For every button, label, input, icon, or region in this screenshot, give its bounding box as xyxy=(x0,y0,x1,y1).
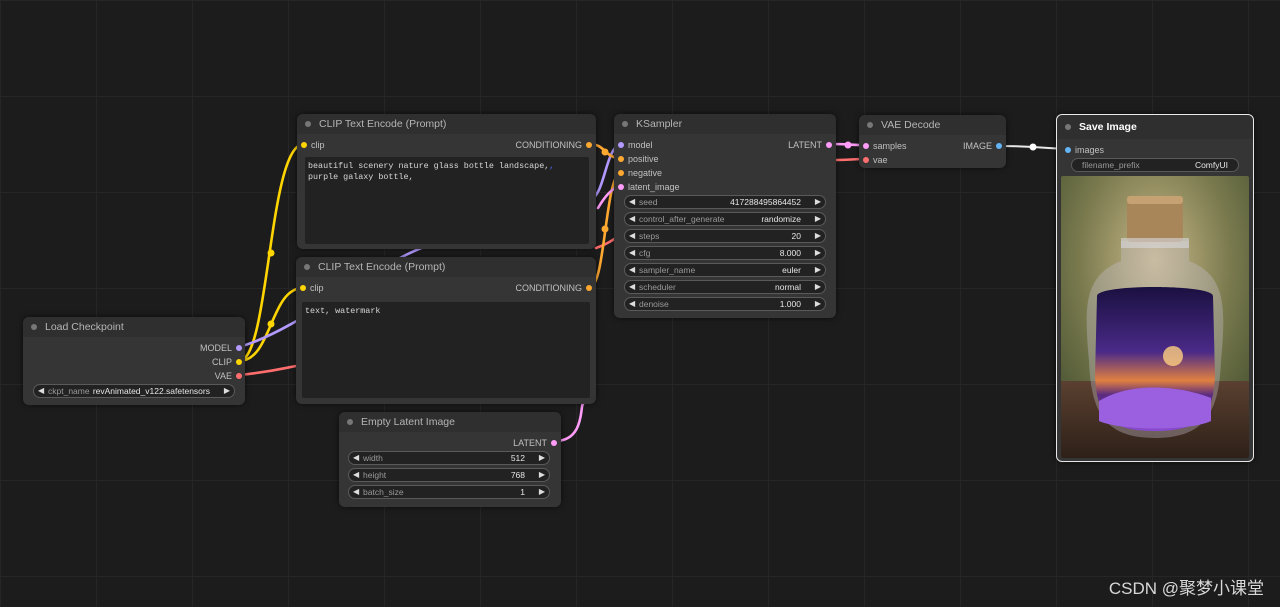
output-image-preview[interactable] xyxy=(1061,176,1249,458)
output-image[interactable]: IMAGE xyxy=(963,140,1002,152)
pin-icon[interactable] xyxy=(300,285,306,291)
input-vae[interactable]: vae xyxy=(863,154,888,166)
pin-icon[interactable] xyxy=(551,440,557,446)
arrow-right-icon[interactable]: ▶ xyxy=(539,452,545,464)
prompt-textarea[interactable]: beautiful scenery nature glass bottle la… xyxy=(305,157,589,244)
prompt-textarea[interactable]: text, watermark xyxy=(302,302,590,398)
width-number-widget[interactable]: ◀ width 512 ▶ xyxy=(348,451,550,465)
denoise-widget[interactable]: ◀ denoise 1.000 ▶ xyxy=(624,297,826,311)
arrow-right-icon[interactable]: ▶ xyxy=(815,230,821,242)
output-latent[interactable]: LATENT xyxy=(788,139,832,151)
output-conditioning[interactable]: CONDITIONING xyxy=(516,282,592,294)
collapse-dot-icon[interactable] xyxy=(31,324,37,330)
node-vae-decode[interactable]: VAE Decode samples vae IMAGE xyxy=(859,115,1006,168)
pin-icon[interactable] xyxy=(301,142,307,148)
output-clip[interactable]: CLIP xyxy=(212,356,242,368)
arrow-left-icon[interactable]: ◀ xyxy=(629,264,635,276)
pin-icon[interactable] xyxy=(618,142,624,148)
output-model[interactable]: MODEL xyxy=(200,342,242,354)
ckpt-name-combo[interactable]: ◀ ckpt_name revAnimated_v122.safetensors… xyxy=(33,384,235,398)
arrow-left-icon[interactable]: ◀ xyxy=(353,486,359,498)
pin-icon[interactable] xyxy=(586,285,592,291)
node-title[interactable]: CLIP Text Encode (Prompt) xyxy=(296,257,596,277)
height-number-widget[interactable]: ◀ height 768 ▶ xyxy=(348,468,550,482)
node-title[interactable]: KSampler xyxy=(614,114,836,134)
pin-icon[interactable] xyxy=(236,345,242,351)
collapse-dot-icon[interactable] xyxy=(622,121,628,127)
pin-icon[interactable] xyxy=(236,373,242,379)
bottle-image xyxy=(1061,176,1249,458)
cfg-widget[interactable]: ◀ cfg 8.000 ▶ xyxy=(624,246,826,260)
node-title[interactable]: Load Checkpoint xyxy=(23,317,245,337)
arrow-right-icon[interactable]: ▶ xyxy=(539,469,545,481)
arrow-left-icon[interactable]: ◀ xyxy=(629,298,635,310)
arrow-right-icon[interactable]: ▶ xyxy=(815,247,821,259)
wire-vae xyxy=(237,364,298,377)
arrow-left-icon[interactable]: ◀ xyxy=(629,213,635,225)
arrow-right-icon[interactable]: ▶ xyxy=(815,281,821,293)
sampler-name-widget[interactable]: ◀ sampler_name euler ▶ xyxy=(624,263,826,277)
arrow-right-icon[interactable]: ▶ xyxy=(815,213,821,225)
arrow-right-icon[interactable]: ▶ xyxy=(539,486,545,498)
node-clip-text-encode-positive[interactable]: CLIP Text Encode (Prompt) clip CONDITION… xyxy=(297,114,596,249)
scheduler-widget[interactable]: ◀ scheduler normal ▶ xyxy=(624,280,826,294)
collapse-dot-icon[interactable] xyxy=(1065,124,1071,130)
arrow-right-icon[interactable]: ▶ xyxy=(224,385,230,397)
node-title[interactable]: Empty Latent Image xyxy=(339,412,561,432)
steps-widget[interactable]: ◀ steps 20 ▶ xyxy=(624,229,826,243)
pin-icon[interactable] xyxy=(1065,147,1071,153)
arrow-right-icon[interactable]: ▶ xyxy=(815,264,821,276)
node-title[interactable]: Save Image xyxy=(1057,115,1253,139)
batch-size-number-widget[interactable]: ◀ batch_size 1 ▶ xyxy=(348,485,550,499)
input-clip[interactable]: clip xyxy=(300,282,324,294)
output-latent[interactable]: LATENT xyxy=(513,437,557,449)
filename-prefix-field[interactable]: filename_prefix ComfyUI xyxy=(1071,158,1239,172)
arrow-left-icon[interactable]: ◀ xyxy=(38,385,44,397)
arrow-right-icon[interactable]: ▶ xyxy=(815,196,821,208)
seed-widget[interactable]: ◀ seed 417288495864452 ▶ xyxy=(624,195,826,209)
node-save-image[interactable]: Save Image images filename_prefix ComfyU… xyxy=(1056,114,1254,462)
arrow-left-icon[interactable]: ◀ xyxy=(629,281,635,293)
arrow-left-icon[interactable]: ◀ xyxy=(629,196,635,208)
input-images[interactable]: images xyxy=(1065,144,1104,156)
input-negative[interactable]: negative xyxy=(618,167,662,179)
node-load-checkpoint[interactable]: Load Checkpoint MODEL CLIP VAE ◀ ckpt_na… xyxy=(23,317,245,405)
node-ksampler[interactable]: KSampler model positive negative latent_… xyxy=(614,114,836,318)
pin-icon[interactable] xyxy=(618,170,624,176)
node-title[interactable]: VAE Decode xyxy=(859,115,1006,135)
node-title[interactable]: CLIP Text Encode (Prompt) xyxy=(297,114,596,134)
pin-icon[interactable] xyxy=(863,143,869,149)
collapse-dot-icon[interactable] xyxy=(347,419,353,425)
arrow-left-icon[interactable]: ◀ xyxy=(353,469,359,481)
input-model[interactable]: model xyxy=(618,139,653,151)
node-empty-latent-image[interactable]: Empty Latent Image LATENT ◀ width 512 ▶ ◀ he… xyxy=(339,412,561,507)
collapse-dot-icon[interactable] xyxy=(304,264,310,270)
arrow-left-icon[interactable]: ◀ xyxy=(629,247,635,259)
output-conditioning[interactable]: CONDITIONING xyxy=(516,139,592,151)
pin-icon[interactable] xyxy=(236,359,242,365)
pin-icon[interactable] xyxy=(996,143,1002,149)
pin-icon[interactable] xyxy=(586,142,592,148)
input-samples[interactable]: samples xyxy=(863,140,907,152)
arrow-left-icon[interactable]: ◀ xyxy=(629,230,635,242)
watermark-text: CSDN @聚梦小课堂 xyxy=(1108,579,1264,598)
input-positive[interactable]: positive xyxy=(618,153,659,165)
pin-icon[interactable] xyxy=(826,142,832,148)
output-vae[interactable]: VAE xyxy=(215,370,242,382)
pin-icon[interactable] xyxy=(618,184,624,190)
input-latent-image[interactable]: latent_image xyxy=(618,181,680,193)
collapse-dot-icon[interactable] xyxy=(305,121,311,127)
arrow-left-icon[interactable]: ◀ xyxy=(353,452,359,464)
pin-icon[interactable] xyxy=(618,156,624,162)
node-clip-text-encode-negative[interactable]: CLIP Text Encode (Prompt) clip CONDITION… xyxy=(296,257,596,404)
collapse-dot-icon[interactable] xyxy=(867,122,873,128)
pin-icon[interactable] xyxy=(863,157,869,163)
input-clip[interactable]: clip xyxy=(301,139,325,151)
control-after-generate-widget[interactable]: ◀ control_after_generate randomize ▶ xyxy=(624,212,826,226)
arrow-right-icon[interactable]: ▶ xyxy=(815,298,821,310)
